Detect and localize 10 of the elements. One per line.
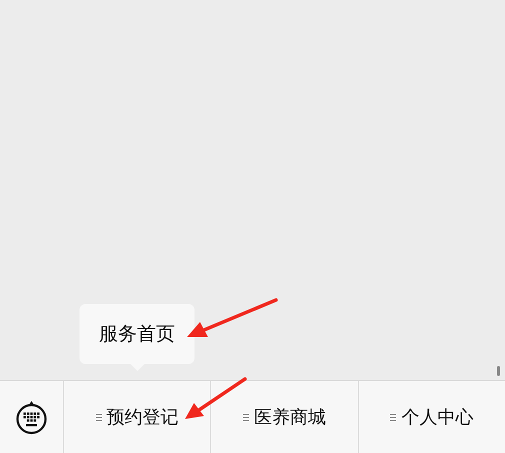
menu-tab[interactable]: 预约登记 <box>92 404 183 430</box>
menu-icon <box>96 414 102 420</box>
submenu-item[interactable]: 服务首页 <box>99 320 176 348</box>
menu-tab[interactable]: 个人中心 <box>386 404 478 430</box>
menu-tab[interactable]: 医养商城 <box>238 404 330 430</box>
menu-icon <box>390 414 396 420</box>
arrow <box>185 377 247 419</box>
keyboard-icon[interactable] <box>15 399 48 435</box>
scrollbar[interactable] <box>497 366 500 376</box>
menu-icon <box>242 414 249 420</box>
